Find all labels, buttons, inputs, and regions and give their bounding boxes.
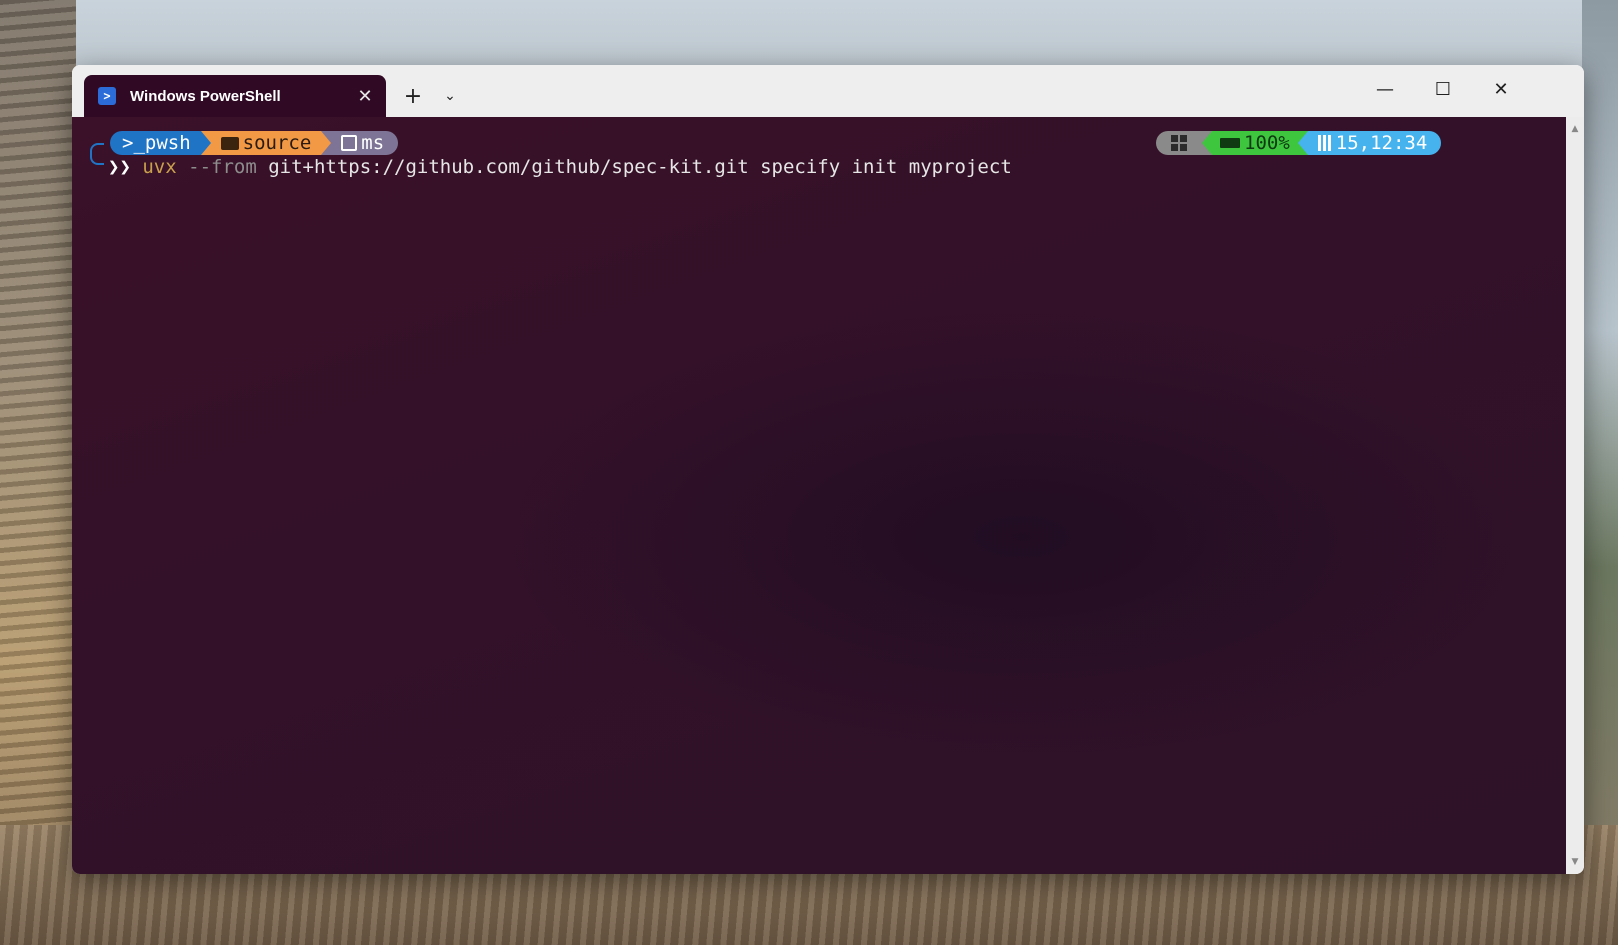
- os-segment: [1156, 131, 1202, 155]
- wallpaper-wood-texture: [0, 0, 76, 945]
- battery-level: 100%: [1244, 132, 1290, 154]
- new-tab-button[interactable]: +: [398, 81, 428, 111]
- terminal-output[interactable]: >_pwsh source ms ❯❯ uvx --from git+https…: [72, 117, 1566, 874]
- command-program: uvx: [142, 156, 177, 178]
- tab-title: Windows PowerShell: [130, 87, 281, 105]
- vertical-scrollbar[interactable]: ▲ ▼: [1566, 117, 1584, 874]
- prompt-segments: >_pwsh source ms: [110, 131, 399, 155]
- command-flag: --from: [188, 156, 257, 178]
- close-icon: ✕: [1493, 78, 1509, 100]
- title-bar[interactable]: > Windows PowerShell ✕ + ⌄ — ☐ ✕: [72, 65, 1584, 117]
- powershell-icon: >: [98, 87, 116, 105]
- prompt-git-label: ms: [361, 132, 385, 154]
- prompt-folder-label: source: [242, 132, 312, 154]
- prompt-bracket-icon: [90, 143, 104, 165]
- segment-separator: [321, 131, 332, 155]
- plus-icon: +: [403, 83, 423, 109]
- tab-dropdown-button[interactable]: ⌄: [436, 81, 464, 111]
- terminal-window: > Windows PowerShell ✕ + ⌄ — ☐ ✕ >_pwsh: [72, 65, 1584, 874]
- battery-segment: 100%: [1212, 131, 1298, 155]
- segment-separator: [1297, 131, 1308, 155]
- folder-icon: [220, 136, 239, 150]
- close-icon[interactable]: ✕: [350, 81, 380, 111]
- prompt-folder-segment: source: [210, 131, 322, 155]
- command-line[interactable]: ❯❯ uvx --from git+https://github.com/git…: [108, 155, 1012, 179]
- close-window-button[interactable]: ✕: [1472, 65, 1530, 113]
- status-segments: 100% 15,12:34: [1156, 131, 1442, 155]
- time-segment: 15,12:34: [1307, 131, 1442, 155]
- prompt-shell-label: >_pwsh: [122, 132, 191, 154]
- segment-separator: [200, 131, 211, 155]
- tab-windows-powershell[interactable]: > Windows PowerShell ✕: [84, 75, 386, 117]
- command-arguments: git+https://github.com/github/spec-kit.g…: [268, 156, 1012, 178]
- chevron-down-icon: ⌄: [444, 88, 456, 104]
- datetime-label: 15,12:34: [1335, 132, 1428, 154]
- prompt-chevron: ❯❯: [108, 156, 131, 178]
- minimize-icon: —: [1376, 78, 1394, 100]
- calendar-icon: [1315, 135, 1332, 151]
- prompt-git-segment: ms: [331, 131, 399, 155]
- git-icon: [341, 135, 358, 151]
- minimize-button[interactable]: —: [1356, 65, 1414, 113]
- wallpaper-mountain-edge: [1582, 0, 1618, 945]
- battery-icon: [1220, 138, 1240, 148]
- maximize-icon: ☐: [1434, 78, 1452, 100]
- segment-separator: [1202, 131, 1212, 155]
- scroll-down-icon[interactable]: ▼: [1566, 854, 1584, 870]
- maximize-button[interactable]: ☐: [1414, 65, 1472, 113]
- prompt-shell-segment: >_pwsh: [110, 131, 201, 155]
- windows-icon: [1171, 135, 1187, 151]
- scroll-up-icon[interactable]: ▲: [1566, 121, 1584, 137]
